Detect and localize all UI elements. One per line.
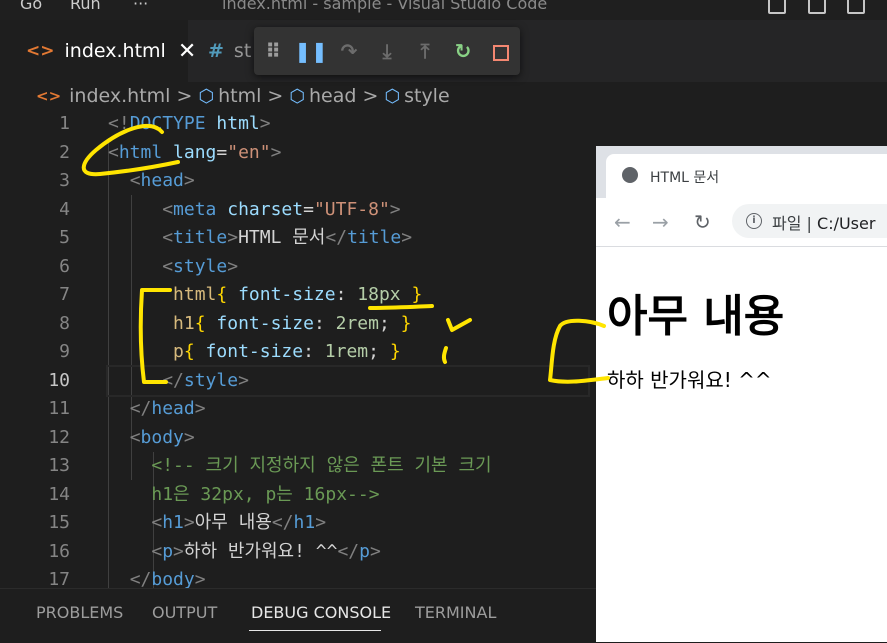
line-number: 4 xyxy=(59,198,70,220)
code-line: <meta charset="UTF-8"> xyxy=(162,198,401,220)
breadcrumb-item-head[interactable]: head xyxy=(309,85,356,107)
browser-window: HTML 문서 × ← → ↻ i 파일 | C:/User 아무 내용 하하 … xyxy=(596,146,887,642)
code-line: <body> xyxy=(129,426,195,448)
chevron-right-icon: > xyxy=(176,85,193,107)
css-file-icon: # xyxy=(208,40,224,62)
code-line: <style> xyxy=(162,255,239,277)
breadcrumb-file[interactable]: index.html xyxy=(69,85,170,107)
code-line: <h1>아무 내용</h1> xyxy=(151,512,327,533)
code-line: <html lang="en"> xyxy=(108,141,282,163)
line-number-gutter: 1 2 3 4 5 6 7 8 9 10 11 12 13 14 15 16 1… xyxy=(0,110,90,588)
html-file-icon: <> xyxy=(26,41,55,61)
chevron-right-icon: > xyxy=(362,85,379,107)
toggle-panel-icon[interactable] xyxy=(808,0,826,14)
bottom-panel: PROBLEMS OUTPUT DEBUG CONSOLE TERMINAL xyxy=(0,588,600,643)
debug-toolbar: ⠿ ❚❚ ↷ ⤓ ⤒ ↻ xyxy=(254,27,520,75)
tab-index-html[interactable]: <> index.html ✕ xyxy=(0,20,196,82)
line-number: 5 xyxy=(59,227,70,248)
restart-icon[interactable]: ↻ xyxy=(444,39,482,63)
toggle-sidebar-icon[interactable] xyxy=(768,0,786,14)
globe-icon xyxy=(622,167,638,183)
page-heading: 아무 내용 xyxy=(607,291,785,342)
browser-tab-title: HTML 문서 xyxy=(650,170,720,186)
line-number: 12 xyxy=(48,426,70,448)
line-number: 1 xyxy=(59,113,70,134)
tab-label: st xyxy=(233,40,252,62)
page-paragraph: 하하 반가워요! ^^ xyxy=(607,368,772,392)
breadcrumb-item-html[interactable]: html xyxy=(218,85,261,107)
info-icon[interactable]: i xyxy=(746,213,762,229)
browser-toolbar: ← → ↻ i 파일 | C:/User xyxy=(596,198,887,247)
line-number: 14 xyxy=(48,483,70,505)
tab-output[interactable]: OUTPUT xyxy=(152,603,217,622)
symbol-element-icon: ⬡ xyxy=(384,85,401,107)
code-line: </head> xyxy=(129,398,206,419)
menu-run[interactable]: Run xyxy=(70,0,101,13)
tab-debug-console[interactable]: DEBUG CONSOLE xyxy=(251,603,391,622)
code-line: <p>하하 반가워요! ^^</p> xyxy=(151,540,381,562)
code-line: h1은 32px, p는 16px--> xyxy=(151,483,380,505)
code-line-current: </style> xyxy=(106,364,590,397)
step-out-icon[interactable]: ⤒ xyxy=(406,39,444,63)
code-line: <title>HTML 문서</title> xyxy=(162,227,413,248)
line-number: 16 xyxy=(48,540,70,562)
line-number: 13 xyxy=(48,455,70,476)
window-title: index.html - sample - Visual Studio Code xyxy=(222,0,548,13)
code-line: <head> xyxy=(129,170,195,191)
title-bar: Go Run ··· index.html - sample - Visual … xyxy=(0,0,887,20)
menu-go[interactable]: Go xyxy=(20,0,42,13)
customize-layout-icon[interactable] xyxy=(847,0,865,14)
breadcrumb-item-style[interactable]: style xyxy=(404,85,450,107)
line-number: 9 xyxy=(59,341,70,362)
page-content: 아무 내용 하하 반가워요! ^^ xyxy=(607,246,784,393)
code-line: <!-- 크기 지정하지 않은 폰트 기본 크기 xyxy=(151,455,492,476)
symbol-element-icon: ⬡ xyxy=(289,85,306,107)
code-line: p{ font-size: 1rem; } xyxy=(173,341,401,362)
pause-icon[interactable]: ❚❚ xyxy=(292,39,330,63)
line-number: 3 xyxy=(59,170,70,191)
step-over-icon[interactable]: ↷ xyxy=(330,39,368,63)
html-file-icon: <> xyxy=(36,87,62,105)
stop-icon[interactable] xyxy=(482,39,520,63)
chevron-right-icon: > xyxy=(267,85,284,107)
line-number: 8 xyxy=(59,312,70,334)
tab-label: index.html xyxy=(64,40,166,62)
code-lines[interactable]: <!DOCTYPE html> <html lang="en"> <head> … xyxy=(106,110,590,588)
grip-icon[interactable]: ⠿ xyxy=(254,39,292,63)
active-tab-indicator xyxy=(249,630,381,631)
back-icon[interactable]: ← xyxy=(614,210,631,234)
breadcrumb: <> index.html > ⬡ html > ⬡ head > ⬡ styl… xyxy=(0,82,887,110)
browser-tab[interactable]: HTML 문서 × xyxy=(606,154,887,198)
line-number: 2 xyxy=(59,141,70,163)
forward-icon[interactable]: → xyxy=(652,210,669,234)
address-text: 파일 | C:/User xyxy=(772,214,876,233)
line-number: 6 xyxy=(59,255,70,277)
reload-icon[interactable]: ↻ xyxy=(694,210,711,234)
tab-terminal[interactable]: TERMINAL xyxy=(415,603,496,622)
tab-style-css[interactable]: # st xyxy=(190,20,260,82)
menu-more[interactable]: ··· xyxy=(133,0,148,13)
browser-tab-strip: HTML 문서 × xyxy=(596,146,887,198)
step-into-icon[interactable]: ⤓ xyxy=(368,39,406,63)
line-number: 7 xyxy=(59,284,70,305)
line-number: 15 xyxy=(48,512,70,533)
code-line: <!DOCTYPE html> xyxy=(108,113,271,134)
code-line: h1{ font-size: 2rem; } xyxy=(173,312,412,334)
line-number-current: 10 xyxy=(48,369,70,391)
code-line: html{ font-size: 18px } xyxy=(173,284,423,305)
tab-problems[interactable]: PROBLEMS xyxy=(36,603,123,622)
code-line: </body> xyxy=(129,569,206,588)
address-bar[interactable]: i 파일 | C:/User xyxy=(732,204,887,238)
line-number: 17 xyxy=(48,569,70,588)
line-number: 11 xyxy=(48,398,70,419)
symbol-element-icon: ⬡ xyxy=(198,85,215,107)
